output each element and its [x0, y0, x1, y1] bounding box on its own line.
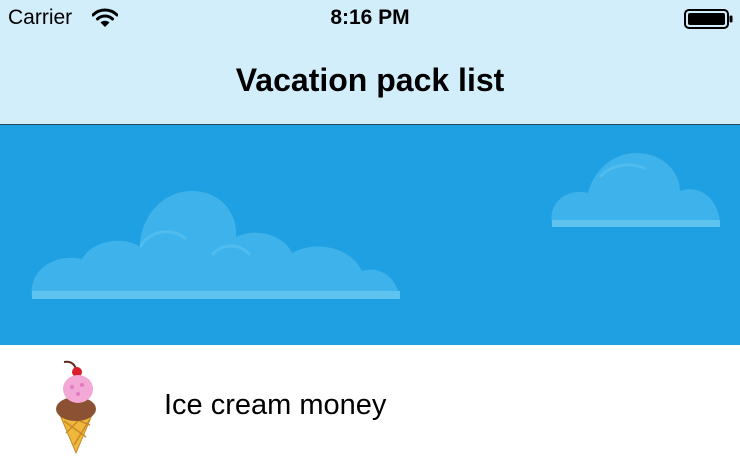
- large-cloud: [31, 191, 400, 299]
- status-bar: Carrier 8:16 PM: [0, 0, 740, 36]
- ice-cream-icon: [52, 359, 100, 460]
- navigation-bar: Vacation pack list: [0, 36, 740, 125]
- small-cloud: [551, 153, 720, 227]
- list-item[interactable]: Ice cream money: [0, 345, 740, 464]
- status-time: 8:16 PM: [330, 6, 410, 29]
- battery-icon: [684, 9, 734, 34]
- page-title: Vacation pack list: [235, 62, 505, 98]
- clouds-illustration: [31, 153, 720, 299]
- header-illustration: [0, 125, 740, 345]
- list-item-label: Ice cream money: [164, 389, 387, 421]
